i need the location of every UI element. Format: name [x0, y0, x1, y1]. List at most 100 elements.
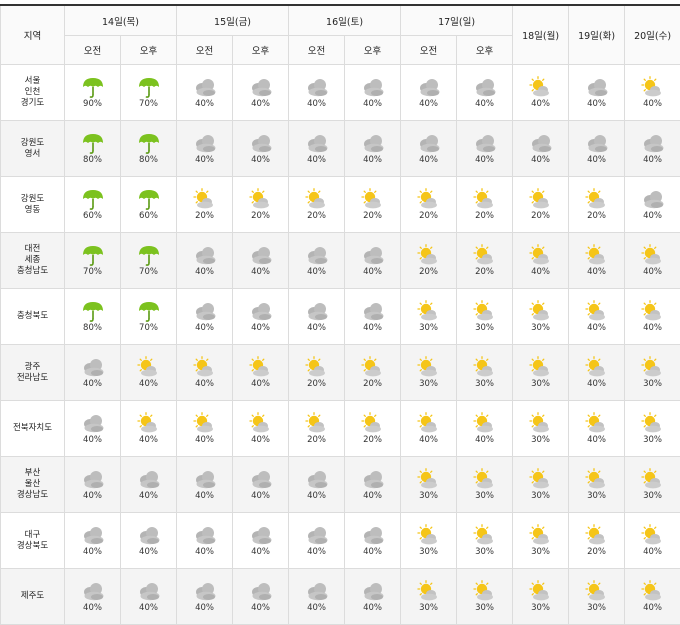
precipitation-probability: 40% [251, 99, 270, 109]
cloudy-icon [248, 580, 274, 602]
precipitation-probability: 40% [363, 323, 382, 333]
precipitation-probability: 40% [307, 603, 326, 613]
cloudy-icon [192, 244, 218, 266]
region-name-cell: 충청북도 [1, 289, 65, 345]
am-header: 오전 [401, 36, 457, 65]
precipitation-probability: 40% [587, 267, 606, 277]
day-header: 18일(월) [513, 5, 569, 65]
partly-cloudy-icon [472, 300, 498, 322]
forecast-cell: 40% [513, 121, 569, 177]
forecast-cell: 20% [345, 401, 401, 457]
region-forecast-row: 대구 경상북도 40% 40% 40% 40% 40% 40% [1, 513, 680, 569]
cloudy-icon [80, 412, 106, 434]
precipitation-probability: 30% [419, 323, 438, 333]
precipitation-probability: 40% [83, 603, 102, 613]
partly-cloudy-icon [640, 580, 666, 602]
forecast-cell: 40% [233, 457, 289, 513]
precipitation-probability: 40% [363, 547, 382, 557]
partly-cloudy-icon [528, 188, 554, 210]
cloudy-icon [248, 300, 274, 322]
forecast-cell: 40% [625, 65, 680, 121]
precipitation-probability: 40% [195, 435, 214, 445]
region-column-header: 지역 [1, 5, 65, 65]
partly-cloudy-icon [360, 356, 386, 378]
cloudy-icon [416, 76, 442, 98]
precipitation-probability: 40% [587, 155, 606, 165]
precipitation-probability: 30% [531, 323, 550, 333]
precipitation-probability: 60% [139, 211, 158, 221]
region-forecast-row: 서울 인천 경기도 90% 70% 40% 40% 40% 40 [1, 65, 680, 121]
cloudy-icon [472, 76, 498, 98]
forecast-cell: 30% [625, 457, 680, 513]
forecast-cell: 40% [345, 233, 401, 289]
precipitation-probability: 40% [195, 491, 214, 501]
partly-cloudy-icon [472, 468, 498, 490]
region-name-line: 인천 [1, 87, 64, 98]
precipitation-probability: 80% [139, 155, 158, 165]
precipitation-probability: 40% [139, 603, 158, 613]
cloudy-icon [304, 132, 330, 154]
cloudy-icon [304, 76, 330, 98]
precipitation-probability: 30% [531, 379, 550, 389]
precipitation-probability: 40% [307, 267, 326, 277]
forecast-cell: 40% [177, 121, 233, 177]
precipitation-probability: 30% [419, 379, 438, 389]
precipitation-probability: 20% [419, 267, 438, 277]
region-name-line: 광주 [1, 362, 64, 373]
region-forecast-row: 제주도 40% 40% 40% 40% 40% 40% [1, 569, 680, 625]
cloudy-icon [136, 524, 162, 546]
region-name-cell: 강원도 영동 [1, 177, 65, 233]
forecast-cell: 20% [513, 177, 569, 233]
forecast-cell: 40% [233, 121, 289, 177]
precipitation-probability: 20% [475, 267, 494, 277]
pm-header: 오후 [345, 36, 401, 65]
precipitation-probability: 40% [587, 99, 606, 109]
forecast-cell: 40% [625, 513, 680, 569]
partly-cloudy-icon [640, 468, 666, 490]
region-name-line: 대전 [1, 244, 64, 255]
partly-cloudy-icon [192, 412, 218, 434]
precipitation-probability: 40% [363, 267, 382, 277]
forecast-cell: 40% [177, 569, 233, 625]
umbrella-icon [136, 132, 162, 154]
forecast-cell: 40% [289, 569, 345, 625]
umbrella-icon [80, 188, 106, 210]
header-row-days: 지역 14일(목) 15일(금) 16일(토) 17일(일) 18일(월) 19… [1, 5, 680, 36]
partly-cloudy-icon [584, 356, 610, 378]
partly-cloudy-icon [528, 580, 554, 602]
partly-cloudy-icon [416, 524, 442, 546]
precipitation-probability: 70% [139, 267, 158, 277]
cloudy-icon [192, 300, 218, 322]
partly-cloudy-icon [472, 356, 498, 378]
precipitation-probability: 40% [195, 267, 214, 277]
precipitation-probability: 20% [363, 379, 382, 389]
partly-cloudy-icon [640, 356, 666, 378]
forecast-cell: 40% [177, 457, 233, 513]
region-forecast-row: 충청북도 80% 70% 40% 40% 40% 40% [1, 289, 680, 345]
region-name-cell: 서울 인천 경기도 [1, 65, 65, 121]
precipitation-probability: 40% [531, 267, 550, 277]
partly-cloudy-icon [416, 468, 442, 490]
cloudy-icon [80, 468, 106, 490]
precipitation-probability: 40% [643, 547, 662, 557]
partly-cloudy-icon [304, 188, 330, 210]
precipitation-probability: 40% [475, 99, 494, 109]
forecast-cell: 30% [401, 569, 457, 625]
precipitation-probability: 30% [643, 491, 662, 501]
partly-cloudy-icon [640, 244, 666, 266]
forecast-cell: 40% [121, 345, 177, 401]
precipitation-probability: 40% [195, 323, 214, 333]
partly-cloudy-icon [304, 356, 330, 378]
partly-cloudy-icon [584, 244, 610, 266]
umbrella-icon [80, 132, 106, 154]
forecast-cell: 40% [65, 457, 121, 513]
precipitation-probability: 40% [643, 603, 662, 613]
precipitation-probability: 40% [195, 155, 214, 165]
precipitation-probability: 40% [139, 379, 158, 389]
region-name-line: 제주도 [1, 591, 64, 602]
forecast-cell: 30% [457, 345, 513, 401]
region-name-line: 경상북도 [1, 541, 64, 552]
precipitation-probability: 40% [419, 435, 438, 445]
region-name-line: 전북자치도 [1, 423, 64, 434]
precipitation-probability: 40% [251, 323, 270, 333]
